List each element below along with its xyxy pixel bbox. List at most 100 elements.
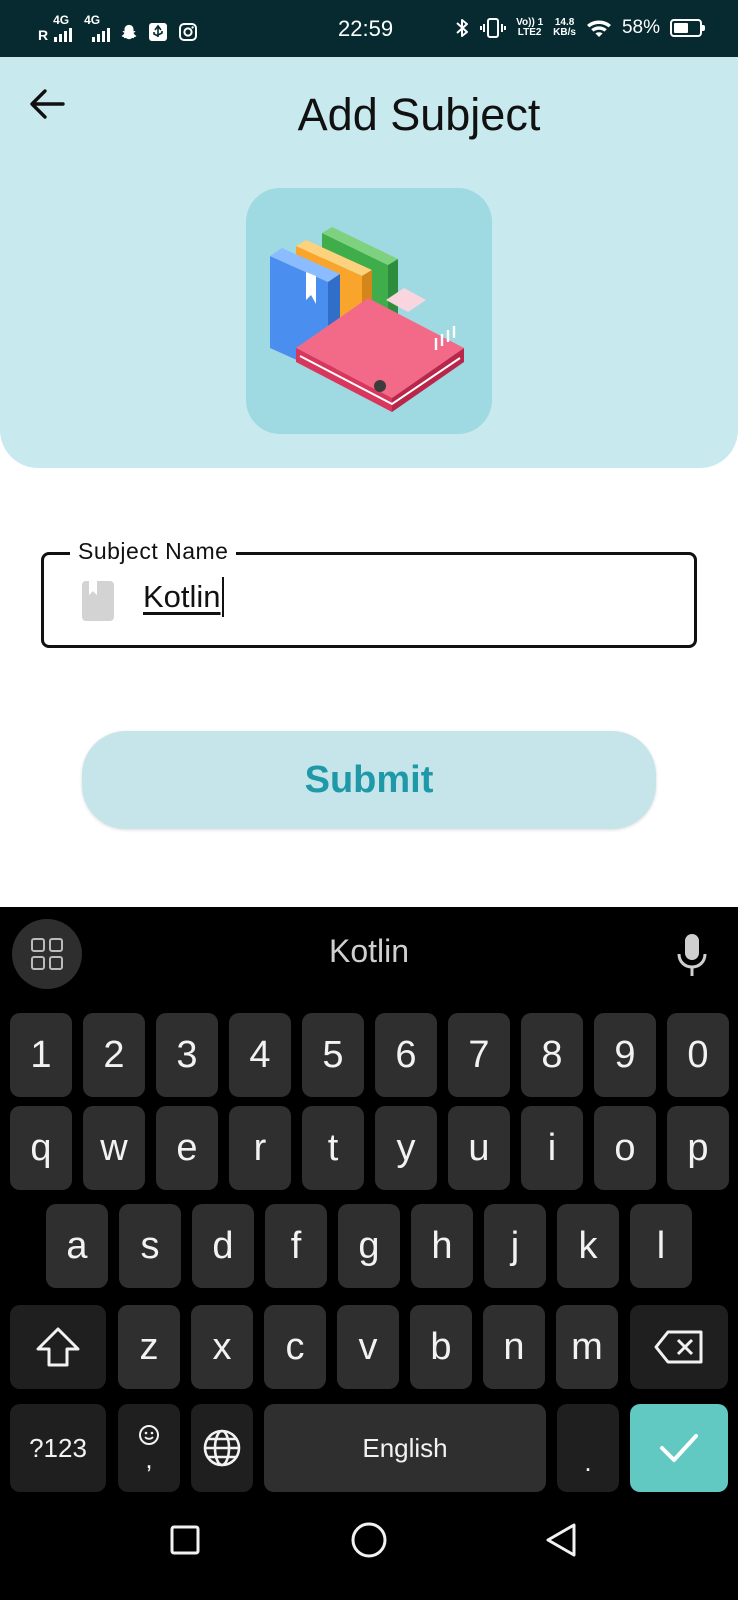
usb-icon xyxy=(149,23,168,41)
network-type-1: 4G xyxy=(53,13,70,27)
letter-key[interactable]: m xyxy=(556,1305,618,1389)
volte-bottom: LTE2 xyxy=(517,27,542,38)
letter-key-label: d xyxy=(212,1224,234,1267)
number-key-label: 2 xyxy=(103,1033,125,1076)
letter-key[interactable]: n xyxy=(483,1305,545,1389)
letter-key[interactable]: b xyxy=(410,1305,472,1389)
volte-indicator: Vo)) 1 LTE2 xyxy=(516,18,543,38)
number-key[interactable]: 6 xyxy=(375,1013,437,1097)
letter-key[interactable]: d xyxy=(192,1204,254,1288)
number-key-label: 5 xyxy=(322,1033,344,1076)
letter-key[interactable]: s xyxy=(119,1204,181,1288)
signal-sim1: 4G xyxy=(53,14,73,42)
mic-icon xyxy=(677,934,707,976)
submit-button[interactable]: Submit xyxy=(82,731,656,829)
nav-home-button[interactable] xyxy=(344,1515,394,1565)
number-key[interactable]: 4 xyxy=(229,1013,291,1097)
letter-key-label: c xyxy=(285,1325,305,1368)
letter-key[interactable]: e xyxy=(156,1106,218,1190)
letter-key[interactable]: k xyxy=(557,1204,619,1288)
symbols-key[interactable]: ?123 xyxy=(10,1404,106,1492)
number-key-label: 0 xyxy=(687,1033,709,1076)
roaming-indicator: R xyxy=(38,27,49,43)
symbols-label: ?123 xyxy=(29,1432,87,1463)
letter-key[interactable]: u xyxy=(448,1106,510,1190)
letter-key-label: f xyxy=(290,1224,302,1267)
letter-key-label: m xyxy=(571,1325,603,1368)
mic-button[interactable] xyxy=(672,932,712,978)
letter-key[interactable]: q xyxy=(10,1106,72,1190)
instagram-icon xyxy=(179,23,198,41)
letter-key-label: s xyxy=(140,1224,160,1267)
nav-recents-icon xyxy=(170,1525,200,1555)
letter-key-label: j xyxy=(510,1224,520,1267)
suggestion[interactable]: Kotlin xyxy=(0,933,738,970)
letter-key-label: v xyxy=(358,1325,378,1368)
letter-key[interactable]: v xyxy=(337,1305,399,1389)
nav-back-icon xyxy=(546,1523,576,1557)
signal-bars-1-icon xyxy=(54,28,73,42)
wifi-icon xyxy=(586,20,611,37)
language-key[interactable] xyxy=(191,1404,253,1492)
enter-key[interactable] xyxy=(630,1404,728,1492)
letter-key[interactable]: w xyxy=(83,1106,145,1190)
status-right: Vo)) 1 LTE2 14.8 KB/s 58% xyxy=(454,16,705,40)
nav-recents-button[interactable] xyxy=(160,1515,210,1565)
subject-name-label: Subject Name xyxy=(70,538,237,565)
letter-key[interactable]: x xyxy=(191,1305,253,1389)
letter-key-label: u xyxy=(468,1126,490,1169)
backspace-key[interactable] xyxy=(630,1305,728,1389)
letter-key[interactable]: h xyxy=(411,1204,473,1288)
letter-key-label: k xyxy=(578,1224,598,1267)
letter-key-label: i xyxy=(547,1126,557,1169)
signal-bars-2-icon xyxy=(92,28,111,42)
check-icon xyxy=(660,1434,698,1462)
number-key[interactable]: 0 xyxy=(667,1013,729,1097)
period-key[interactable]: . xyxy=(557,1404,619,1492)
bluetooth-icon xyxy=(456,19,469,37)
number-key[interactable]: 1 xyxy=(10,1013,72,1097)
nav-back-button[interactable] xyxy=(536,1515,586,1565)
letter-key-label: z xyxy=(139,1325,159,1368)
letter-key[interactable]: f xyxy=(265,1204,327,1288)
letter-key[interactable]: t xyxy=(302,1106,364,1190)
letter-key[interactable]: r xyxy=(229,1106,291,1190)
emoji-comma-key[interactable]: , xyxy=(118,1404,180,1492)
backspace-icon xyxy=(654,1330,703,1364)
battery-level xyxy=(674,23,688,33)
letter-key[interactable]: y xyxy=(375,1106,437,1190)
subject-name-input[interactable]: Kotlin xyxy=(143,577,224,617)
letter-key-label: p xyxy=(687,1126,709,1169)
letter-key-label: w xyxy=(100,1126,128,1169)
letter-key[interactable]: o xyxy=(594,1106,656,1190)
battery-percent: 58% xyxy=(621,17,660,38)
network-speed: 14.8 KB/s xyxy=(553,18,576,38)
letter-key[interactable]: j xyxy=(484,1204,546,1288)
nav-home-icon xyxy=(351,1522,387,1558)
shift-key[interactable] xyxy=(10,1305,106,1389)
status-left: R 4G 4G xyxy=(38,14,198,42)
letter-key[interactable]: g xyxy=(338,1204,400,1288)
letter-key-label: b xyxy=(430,1325,452,1368)
number-key[interactable]: 7 xyxy=(448,1013,510,1097)
speed-unit: KB/s xyxy=(553,27,576,38)
number-key[interactable]: 8 xyxy=(521,1013,583,1097)
number-key[interactable]: 5 xyxy=(302,1013,364,1097)
letter-key-label: y xyxy=(396,1126,416,1169)
letter-key[interactable]: a xyxy=(46,1204,108,1288)
letter-key-label: l xyxy=(656,1224,666,1267)
subject-name-field[interactable]: Subject Name Kotlin xyxy=(41,538,697,648)
letter-key[interactable]: i xyxy=(521,1106,583,1190)
number-key[interactable]: 2 xyxy=(83,1013,145,1097)
shift-icon xyxy=(36,1327,80,1367)
number-key[interactable]: 9 xyxy=(594,1013,656,1097)
number-key-label: 1 xyxy=(30,1033,52,1076)
letter-key[interactable]: p xyxy=(667,1106,729,1190)
subject-logo xyxy=(246,188,492,434)
letter-key[interactable]: z xyxy=(118,1305,180,1389)
number-key-label: 6 xyxy=(395,1033,417,1076)
number-key[interactable]: 3 xyxy=(156,1013,218,1097)
space-key[interactable]: English xyxy=(264,1404,546,1492)
letter-key[interactable]: c xyxy=(264,1305,326,1389)
letter-key[interactable]: l xyxy=(630,1204,692,1288)
